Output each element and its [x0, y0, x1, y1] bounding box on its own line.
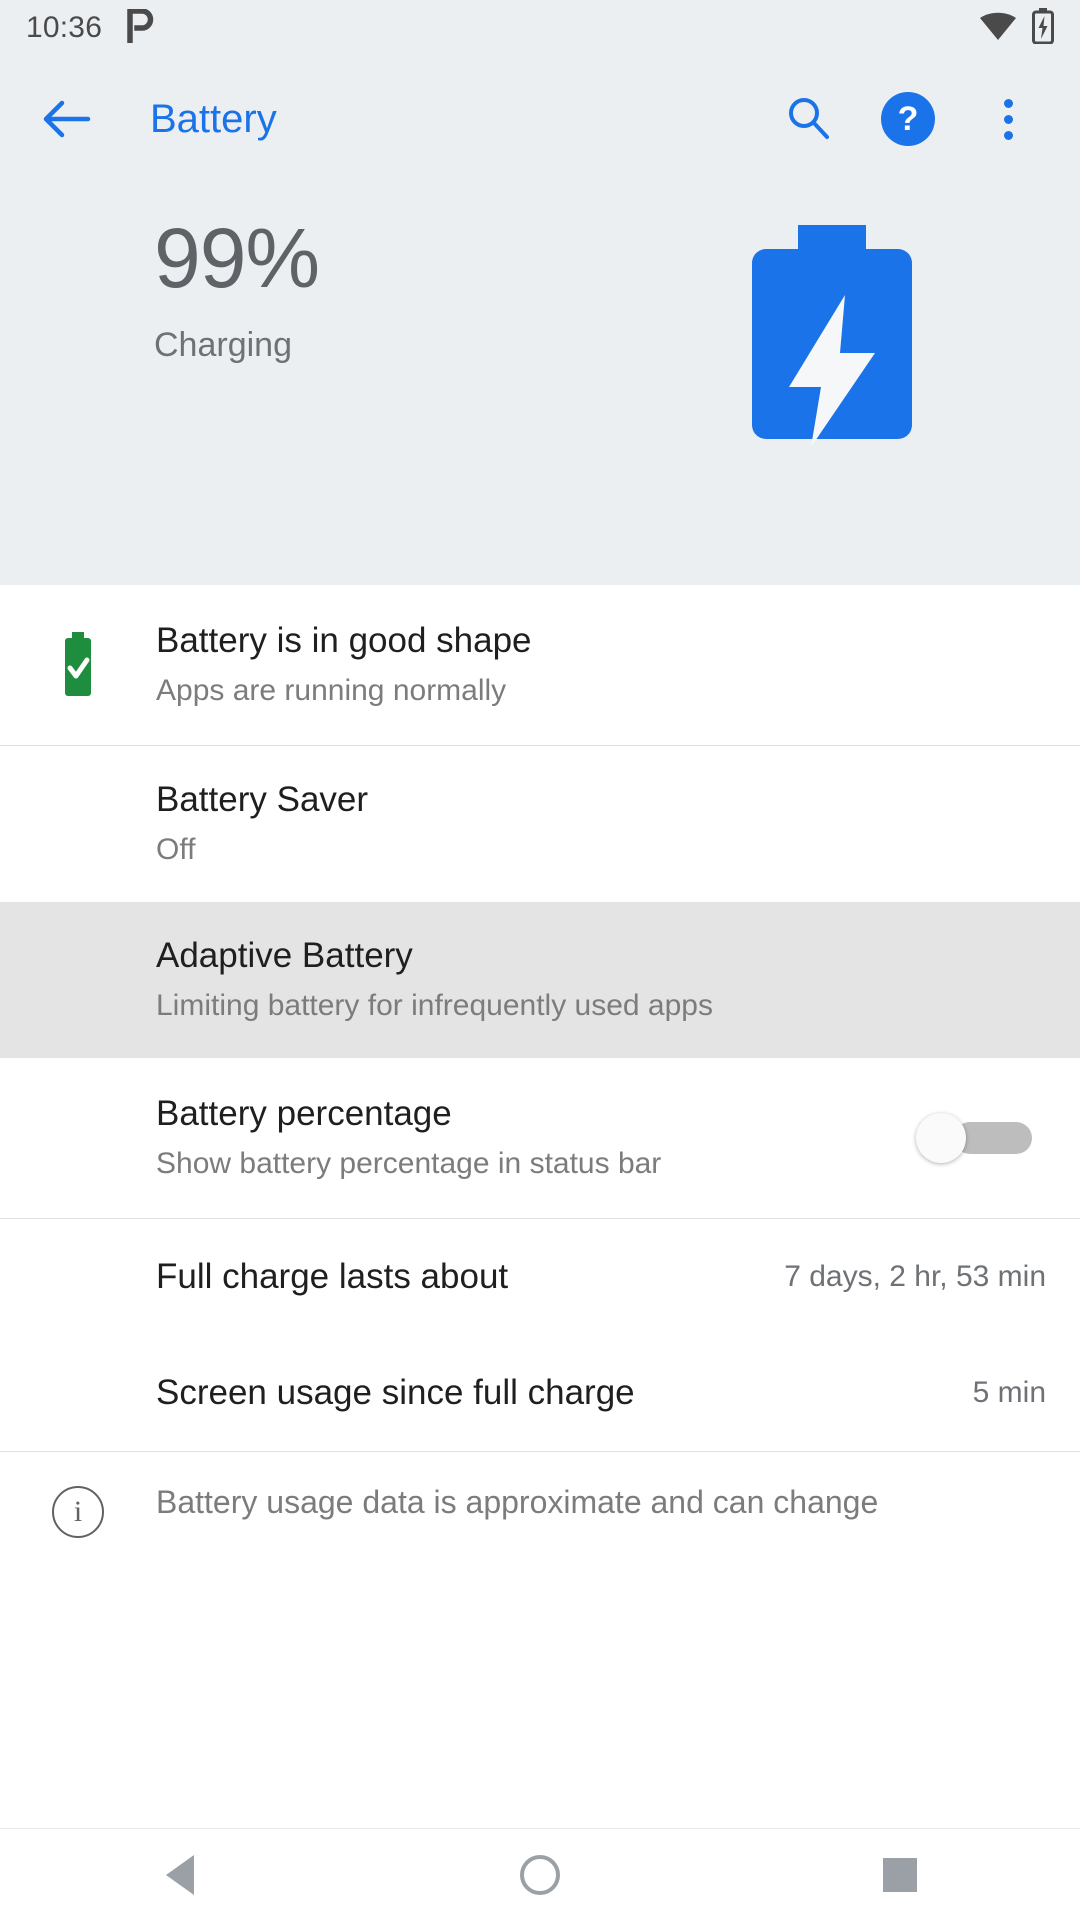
battery-settings-list: Battery is in good shape Apps are runnin…: [0, 585, 1080, 1828]
row-title: Full charge lasts about: [156, 1256, 509, 1296]
pocketcasts-icon: [124, 7, 154, 48]
full-charge-lasts-row[interactable]: Full charge lasts about 7 days, 2 hr, 53…: [0, 1219, 1080, 1335]
battery-summary-text: 99% Charging: [154, 211, 320, 365]
triangle-back-icon: [166, 1854, 194, 1895]
overflow-menu-icon: [1003, 98, 1013, 140]
help-button[interactable]: ?: [880, 91, 936, 147]
status-bar-system-icons: [978, 7, 1054, 49]
row-subtitle: Show battery percentage in status bar: [156, 1147, 662, 1181]
row-title: Screen usage since full charge: [156, 1372, 635, 1412]
toggle-thumb: [916, 1113, 966, 1163]
row-title: Battery is in good shape: [156, 621, 532, 661]
battery-charging-status: Charging: [154, 326, 292, 365]
row-title: Battery Saver: [156, 780, 369, 820]
circle-home-icon: [520, 1854, 560, 1895]
search-button[interactable]: [780, 91, 836, 147]
row-subtitle: Limiting battery for infrequently used a…: [156, 989, 713, 1023]
battery-summary-header: 99% Charging: [0, 182, 1080, 585]
disclaimer-text-wrap: Battery usage data is approximate and ca…: [156, 1482, 1046, 1524]
row-title: Adaptive Battery: [156, 936, 413, 976]
square-recents-icon: [883, 1857, 917, 1892]
battery-saver-row[interactable]: Battery Saver Off: [0, 746, 1080, 902]
battery-health-row[interactable]: Battery is in good shape Apps are runnin…: [0, 585, 1080, 745]
search-icon: [784, 93, 832, 146]
screen-usage-row[interactable]: Screen usage since full charge 5 min: [0, 1335, 1080, 1451]
status-bar-notification-icons: [124, 7, 154, 48]
status-bar-clock: 10:36: [26, 11, 103, 44]
row-subtitle: Off: [156, 833, 196, 867]
adaptive-battery-text: Adaptive Battery Limiting battery for in…: [156, 934, 1046, 1025]
app-bar: Battery ?: [0, 56, 1080, 182]
overflow-menu-button[interactable]: [980, 91, 1036, 147]
row-value: 7 days, 2 hr, 53 min: [784, 1259, 1046, 1293]
adaptive-battery-row[interactable]: Adaptive Battery Limiting battery for in…: [0, 902, 1080, 1058]
info-icon: i: [52, 1486, 104, 1538]
battery-charging-large-icon: [742, 207, 922, 462]
recents-nav-button[interactable]: [840, 1829, 960, 1920]
battery-percentage-text: Battery percentage Show battery percenta…: [156, 1092, 916, 1183]
status-bar: 10:36: [0, 0, 1080, 56]
row-value: 5 min: [972, 1375, 1046, 1409]
home-nav-button[interactable]: [480, 1829, 600, 1920]
disclaimer-text: Battery usage data is approximate and ca…: [156, 1484, 879, 1520]
battery-percentage-toggle[interactable]: [916, 1113, 1032, 1163]
battery-health-text: Battery is in good shape Apps are runnin…: [156, 619, 1046, 710]
back-nav-button[interactable]: [120, 1829, 240, 1920]
battery-saver-text: Battery Saver Off: [156, 778, 1046, 869]
battery-percentage-value: 99%: [154, 211, 320, 305]
battery-percentage-row[interactable]: Battery percentage Show battery percenta…: [0, 1058, 1080, 1218]
full-charge-lasts-content: Full charge lasts about 7 days, 2 hr, 53…: [156, 1255, 1046, 1300]
screen-usage-content: Screen usage since full charge 5 min: [156, 1371, 1046, 1416]
row-title: Battery percentage: [156, 1094, 452, 1134]
help-icon: ?: [881, 92, 935, 146]
battery-charging-icon: [1032, 7, 1054, 49]
row-subtitle: Apps are running normally: [156, 674, 507, 708]
wifi-icon: [978, 10, 1018, 47]
android-navigation-bar: [0, 1828, 1080, 1920]
info-icon-wrap: i: [0, 1482, 156, 1538]
back-button[interactable]: [34, 87, 98, 151]
app-bar-actions: ?: [780, 91, 1036, 147]
battery-settings-screen: 10:36 Battery ? 99% Charging Battery is …: [0, 0, 1080, 1920]
battery-usage-disclaimer: i Battery usage data is approximate and …: [0, 1452, 1080, 1582]
battery-check-green-icon: [0, 632, 156, 698]
page-title: Battery: [150, 96, 277, 141]
